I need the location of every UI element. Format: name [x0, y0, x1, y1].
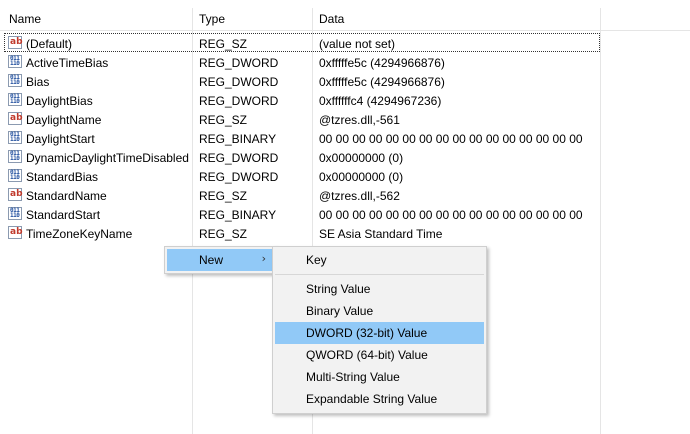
- value-data: 00 00 00 00 00 00 00 00 00 00 00 00 00 0…: [319, 132, 583, 146]
- value-type: REG_SZ: [199, 113, 248, 127]
- menu-item-binary-value[interactable]: Binary Value: [275, 300, 484, 322]
- string-value-icon: ab: [8, 36, 23, 49]
- table-row[interactable]: 011 110 StandardBias REG_DWORD 0x00000000…: [0, 166, 690, 185]
- menu-item-label: String Value: [306, 282, 371, 296]
- table-row[interactable]: 011 110 DaylightBias REG_DWORD 0xffffffc4…: [0, 90, 690, 109]
- table-row[interactable]: ab DaylightName REG_SZ @tzres.dll,-561: [0, 109, 690, 128]
- value-type: REG_SZ: [199, 189, 248, 203]
- menu-item-label: New: [199, 253, 224, 267]
- value-name: DynamicDaylightTimeDisabled: [26, 151, 189, 165]
- value-name: TimeZoneKeyName: [26, 227, 133, 241]
- menu-item-dword-value[interactable]: DWORD (32-bit) Value: [275, 322, 484, 344]
- string-value-icon: ab: [8, 226, 23, 239]
- new-submenu: Key String Value Binary Value DWORD (32-…: [272, 246, 487, 414]
- table-row[interactable]: ab (Default) REG_SZ (value not set): [0, 33, 690, 52]
- value-data: (value not set): [319, 37, 396, 51]
- menu-item-label: Expandable String Value: [306, 392, 438, 406]
- menu-item-label: DWORD (32-bit) Value: [306, 326, 428, 340]
- binary-value-icon: 011 110: [8, 74, 22, 87]
- value-data: 0x00000000 (0): [319, 151, 404, 165]
- value-type: REG_DWORD: [199, 56, 279, 70]
- column-type-header[interactable]: Type: [199, 12, 225, 26]
- menu-item-label: Multi-String Value: [306, 370, 400, 384]
- value-type: REG_BINARY: [199, 132, 277, 146]
- string-value-icon: ab: [8, 188, 23, 201]
- menu-item-new[interactable]: New ›: [167, 249, 274, 271]
- value-data: @tzres.dll,-562: [319, 189, 400, 203]
- table-row[interactable]: 011 110 DaylightStart REG_BINARY 00 00 00…: [0, 128, 690, 147]
- focus-rectangle: [4, 33, 600, 52]
- value-name: Bias: [26, 75, 50, 89]
- value-type: REG_SZ: [199, 37, 248, 51]
- menu-item-expandable-string-value[interactable]: Expandable String Value: [275, 388, 484, 410]
- value-name: StandardStart: [26, 208, 101, 222]
- table-row[interactable]: 011 110 Bias REG_DWORD 0xfffffe5c (429496…: [0, 71, 690, 90]
- column-data-header[interactable]: Data: [319, 12, 344, 26]
- chevron-right-icon: ›: [261, 252, 266, 265]
- value-type: REG_SZ: [199, 227, 248, 241]
- value-type: REG_DWORD: [199, 75, 279, 89]
- column-name-header[interactable]: Name: [9, 12, 41, 26]
- value-name: StandardBias: [26, 170, 99, 184]
- value-data: 0xffffffc4 (4294967236): [319, 94, 442, 108]
- value-data: @tzres.dll,-561: [319, 113, 400, 127]
- menu-item-key[interactable]: Key: [275, 249, 484, 271]
- table-row[interactable]: 011 110 DynamicDaylightTimeDisabled REG_D…: [0, 147, 690, 166]
- value-data: 0xfffffe5c (4294966876): [319, 56, 445, 70]
- value-data: 0x00000000 (0): [319, 170, 404, 184]
- value-type: REG_BINARY: [199, 208, 277, 222]
- value-name: (Default): [26, 37, 73, 51]
- value-name: StandardName: [26, 189, 107, 203]
- context-menu: New ›: [164, 246, 277, 274]
- value-name: DaylightStart: [26, 132, 95, 146]
- value-type: REG_DWORD: [199, 151, 279, 165]
- menu-separator: [275, 274, 484, 275]
- menu-item-label: Key: [306, 253, 327, 267]
- menu-item-label: QWORD (64-bit) Value: [306, 348, 428, 362]
- value-type: REG_DWORD: [199, 94, 279, 108]
- menu-item-qword-value[interactable]: QWORD (64-bit) Value: [275, 344, 484, 366]
- value-data: 0xfffffe5c (4294966876): [319, 75, 445, 89]
- binary-value-icon: 011 110: [8, 55, 22, 68]
- value-data: SE Asia Standard Time: [319, 227, 443, 241]
- binary-value-icon: 011 110: [8, 169, 22, 182]
- binary-value-icon: 011 110: [8, 93, 22, 106]
- value-data: 00 00 00 00 00 00 00 00 00 00 00 00 00 0…: [319, 208, 583, 222]
- value-name: ActiveTimeBias: [26, 56, 109, 70]
- value-name: DaylightBias: [26, 94, 93, 108]
- string-value-icon: ab: [8, 112, 23, 125]
- menu-item-multi-string-value[interactable]: Multi-String Value: [275, 366, 484, 388]
- value-type: REG_DWORD: [199, 170, 279, 184]
- table-row[interactable]: ab TimeZoneKeyName REG_SZ SE Asia Standa…: [0, 223, 690, 242]
- column-header: Name Type Data: [0, 0, 690, 31]
- menu-item-label: Binary Value: [306, 304, 374, 318]
- binary-value-icon: 011 110: [8, 207, 22, 220]
- menu-item-string-value[interactable]: String Value: [275, 278, 484, 300]
- value-name: DaylightName: [26, 113, 102, 127]
- table-row[interactable]: ab StandardName REG_SZ @tzres.dll,-562: [0, 185, 690, 204]
- binary-value-icon: 011 110: [8, 131, 22, 144]
- binary-value-icon: 011 110: [8, 150, 22, 163]
- table-row[interactable]: 011 110 ActiveTimeBias REG_DWORD 0xfffffe…: [0, 52, 690, 71]
- table-row[interactable]: 011 110 StandardStart REG_BINARY 00 00 00…: [0, 204, 690, 223]
